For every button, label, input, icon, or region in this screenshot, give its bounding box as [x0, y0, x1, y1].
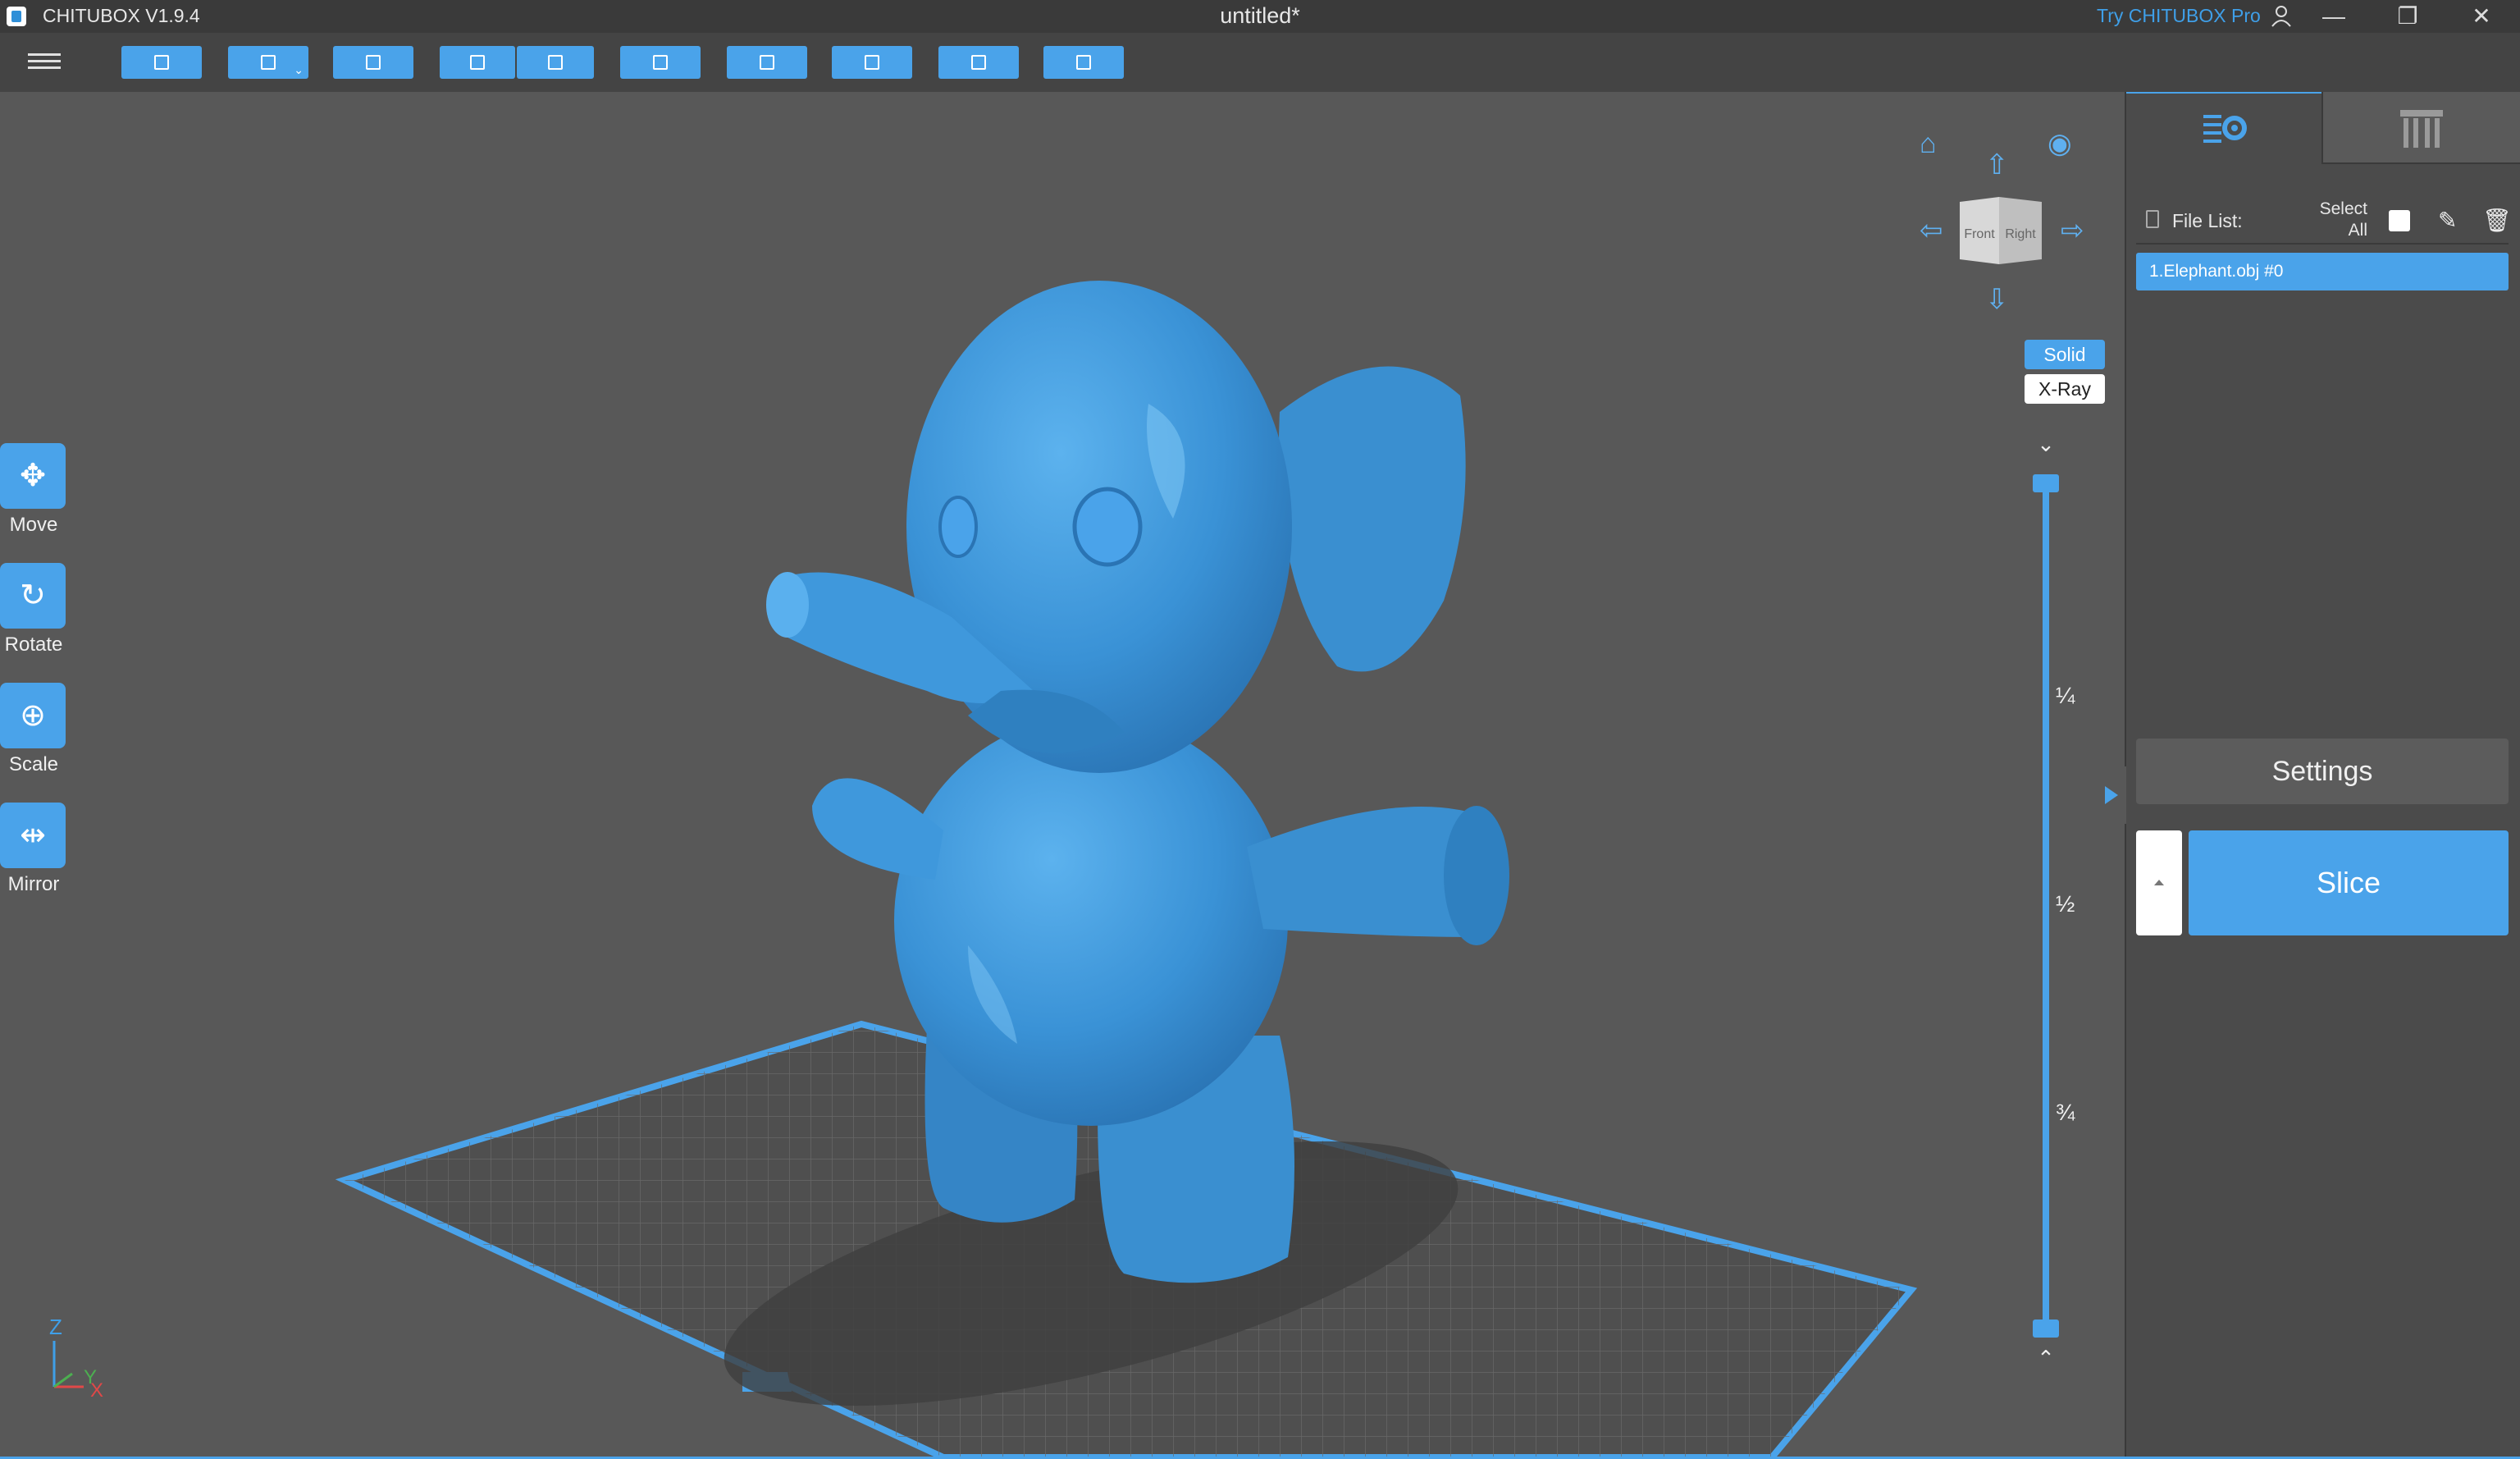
user-icon[interactable] [2269, 3, 2294, 28]
restore-button[interactable]: ❐ [2379, 0, 2436, 33]
chevron-down-icon[interactable]: ⌄ [294, 63, 304, 77]
layer-slider-track[interactable] [2043, 481, 2049, 1331]
open-file-button[interactable] [121, 46, 202, 79]
cube-right-label: Right [2005, 227, 2036, 241]
view-left-icon[interactable]: ⇦ [1920, 217, 1943, 245]
slider-mark-quarter: ¼ [2056, 683, 2075, 708]
view-up-icon[interactable]: ⇧ [1985, 151, 2009, 179]
export-icon [1076, 55, 1091, 70]
slider-mark-half: ½ [2056, 891, 2075, 917]
toolbar: ⌄ [0, 33, 2520, 94]
undo-button[interactable] [440, 46, 515, 79]
xray-mode-button[interactable]: X-Ray [2025, 374, 2105, 404]
duplicate-icon [760, 55, 774, 70]
file-list-item[interactable]: 1.Elephant.obj #0 [2136, 253, 2509, 290]
mirror-icon: ⇹ [20, 818, 46, 853]
3d-viewport[interactable] [0, 92, 2125, 1457]
save-icon [261, 55, 276, 70]
supports-icon [2400, 110, 2443, 148]
axis-x-label: X [90, 1379, 103, 1402]
file-list-divider [2136, 243, 2509, 245]
scene-render [335, 281, 1918, 1457]
select-all-label: Select All [2319, 199, 2367, 240]
auto-layout-button[interactable] [333, 46, 413, 79]
settings-button[interactable]: Settings [2136, 739, 2509, 804]
hollow-icon [865, 55, 879, 70]
duplicate-button[interactable] [727, 46, 807, 79]
tab-model-settings[interactable] [2126, 92, 2321, 164]
eye-icon[interactable]: ◉ [2048, 130, 2072, 158]
view-right-icon[interactable]: ⇨ [2061, 217, 2084, 245]
mirror-tool[interactable]: ⇹ Mirror [0, 803, 67, 896]
file-list-icon [2146, 210, 2159, 228]
select-all-checkbox[interactable] [2389, 210, 2410, 231]
view-down-icon[interactable]: ⇩ [1985, 286, 2009, 313]
title-bar: CHITUBOX V1.9.4 untitled* Try CHITUBOX P… [0, 0, 2520, 33]
panel-expand-icon[interactable] [2092, 766, 2126, 824]
rotate-label: Rotate [4, 633, 63, 656]
solid-mode-button[interactable]: Solid [2025, 340, 2105, 369]
layer-slider-bottom-handle[interactable] [2033, 1320, 2059, 1338]
edit-icon[interactable]: ✎ [2438, 207, 2457, 234]
hollow-button[interactable] [832, 46, 912, 79]
axis-indicator: Z Y X [49, 1315, 103, 1402]
move-icon: ✥ [20, 459, 46, 493]
slider-mark-three-quarter: ¾ [2056, 1100, 2075, 1125]
hole-icon [971, 55, 986, 70]
layout-icon [366, 55, 381, 70]
slice-options-button[interactable] [2136, 830, 2182, 935]
cube-front-label: Front [1964, 227, 1995, 241]
home-view-icon[interactable]: ⌂ [1920, 130, 1937, 158]
scale-tool[interactable]: ⊕ Scale [0, 683, 67, 776]
view-cube[interactable]: Front Right [1956, 197, 2043, 264]
scale-label: Scale [8, 753, 59, 775]
rotate-icon: ↻ [20, 579, 46, 613]
hole-button[interactable] [938, 46, 1019, 79]
settings-list-icon [2203, 115, 2247, 143]
minimize-button[interactable]: — [2305, 0, 2362, 33]
rotate-tool[interactable]: ↻ Rotate [0, 563, 67, 656]
file-info-button[interactable] [620, 46, 701, 79]
view-navigator: ⌂ ⇧ ◉ ⇦ ⇨ ⇩ Front Right [1920, 115, 2084, 313]
close-button[interactable]: ✕ [2453, 0, 2510, 33]
file-list-label: File List: [2172, 210, 2243, 231]
trash-icon[interactable]: 🗑 [2482, 207, 2512, 234]
layer-slider-top-handle[interactable] [2033, 474, 2059, 492]
chevron-up-icon[interactable]: ⌃ [2031, 1346, 2061, 1371]
try-pro-link[interactable]: Try CHITUBOX Pro [2097, 5, 2261, 27]
export-button[interactable] [1043, 46, 1124, 79]
axis-z-label: Z [49, 1315, 62, 1339]
hamburger-menu-icon[interactable] [28, 49, 61, 75]
save-button[interactable]: ⌄ [228, 46, 308, 79]
move-label: Move [9, 514, 58, 536]
tab-supports[interactable] [2321, 92, 2520, 164]
slice-button[interactable]: Slice [2189, 830, 2509, 935]
undo-icon [470, 55, 485, 70]
folder-icon [154, 55, 169, 70]
document-icon [653, 55, 668, 70]
redo-button[interactable] [517, 46, 594, 79]
chevron-down-icon[interactable]: ⌄ [2031, 432, 2061, 457]
redo-icon [548, 55, 563, 70]
scale-icon: ⊕ [20, 698, 46, 733]
move-tool[interactable]: ✥ Move [0, 443, 67, 537]
mirror-label: Mirror [7, 873, 60, 895]
